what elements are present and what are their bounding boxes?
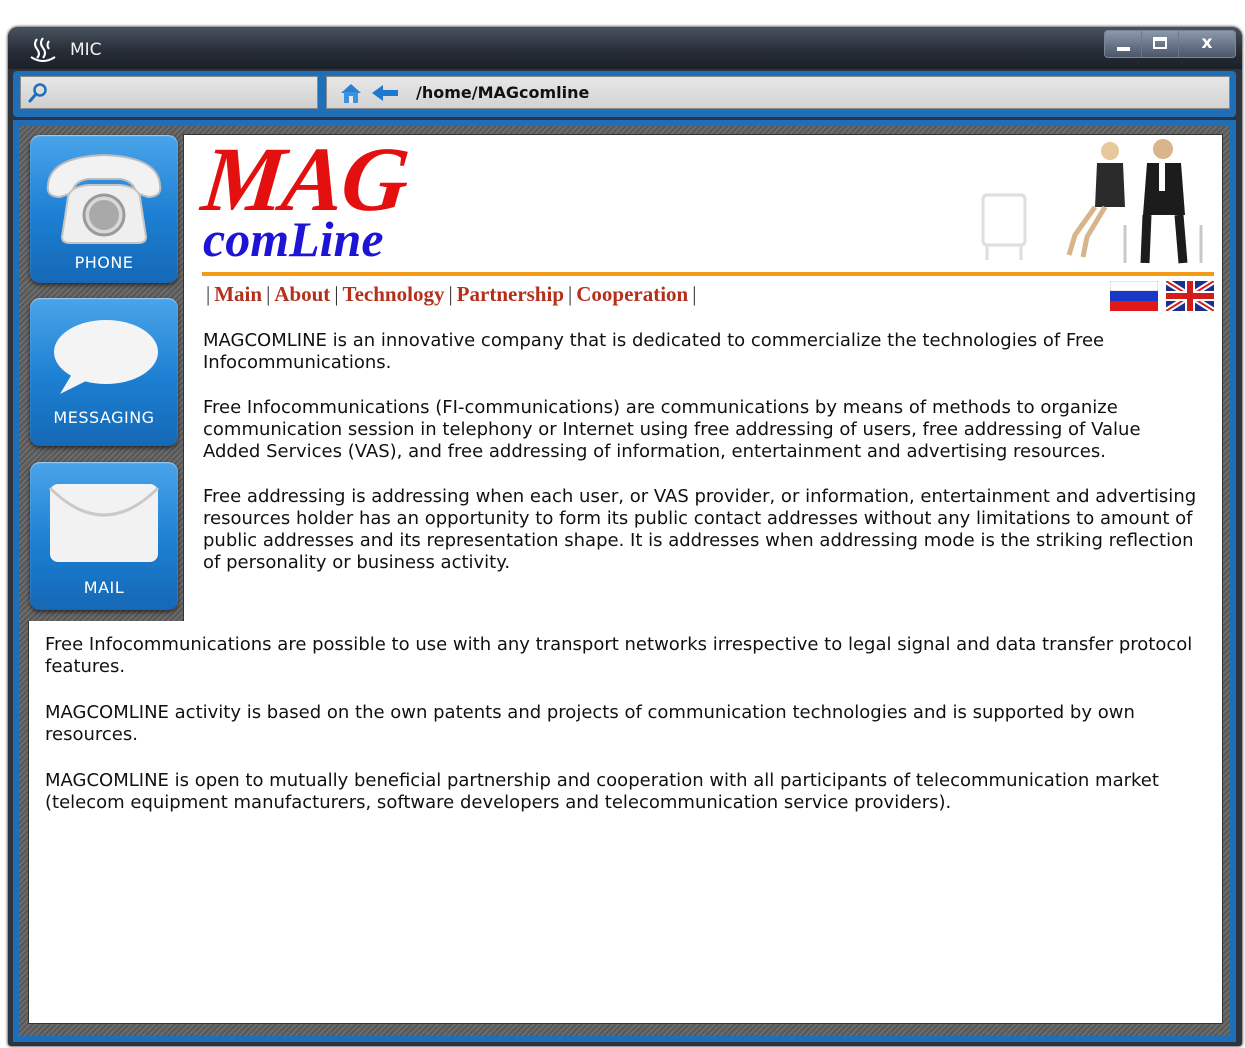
nav-about-link[interactable]: About [274, 282, 330, 306]
search-input[interactable] [20, 76, 318, 109]
site-nav: | Main | About | Technology | Partnership | Coope… [206, 282, 697, 306]
article-text-bottom: Free Infocommunications are possible to … [45, 634, 1205, 814]
paragraph-partnership: MAGCOMLINE is open to mutually beneficia… [45, 770, 1159, 813]
home-icon[interactable] [339, 82, 363, 104]
close-icon: x [1201, 33, 1213, 53]
nav-technology-link[interactable]: Technology [343, 282, 445, 306]
nav-cooperation-link[interactable]: Cooperation [576, 282, 688, 306]
window-controls: x [1104, 30, 1236, 58]
maximize-button[interactable] [1142, 31, 1179, 57]
navigation-bar: /home/MAGcomline [13, 71, 1236, 117]
uk-flag-icon[interactable] [1166, 281, 1214, 311]
russian-flag-icon[interactable] [1110, 281, 1158, 311]
phone-label: PHONE [74, 253, 134, 272]
business-people-image [975, 135, 1215, 270]
search-icon [28, 83, 47, 103]
article-text-top: MAGCOMLINE is an innovative company that… [203, 330, 1203, 574]
mail-label: MAIL [83, 578, 125, 597]
paragraph-activity: MAGCOMLINE activity is based on the own … [45, 702, 1135, 745]
address-bar[interactable]: /home/MAGcomline [326, 76, 1230, 109]
minimize-button[interactable] [1105, 31, 1142, 57]
paragraph-free-addressing: Free addressing is addressing when each … [203, 486, 1197, 573]
paragraph-intro: MAGCOMLINE is an innovative company that… [203, 330, 1105, 373]
app-logo-icon [30, 37, 56, 62]
window-title: MIC [70, 40, 102, 60]
back-arrow-icon[interactable] [371, 84, 399, 102]
address-path: /home/MAGcomline [416, 83, 590, 102]
close-button[interactable]: x [1179, 31, 1235, 57]
header-divider [202, 272, 1214, 276]
nav-main-link[interactable]: Main [214, 282, 262, 306]
mail-button[interactable]: MAIL [30, 462, 178, 610]
messaging-button[interactable]: MESSAGING [30, 298, 178, 446]
maximize-icon [1153, 37, 1167, 49]
paragraph-transport-networks: Free Infocommunications are possible to … [45, 634, 1193, 677]
nav-partnership-link[interactable]: Partnership [457, 282, 564, 306]
site-logo-comline: comLine [203, 211, 384, 267]
paragraph-fi-communications: Free Infocommunications (FI-communicatio… [203, 397, 1141, 462]
minimize-icon [1117, 47, 1130, 51]
messaging-label: MESSAGING [53, 408, 155, 427]
speech-bubble-icon [54, 320, 158, 394]
title-bar[interactable]: MIC x [8, 27, 1242, 69]
phone-icon [46, 153, 162, 244]
envelope-icon [48, 484, 160, 562]
phone-button[interactable]: PHONE [30, 135, 178, 283]
